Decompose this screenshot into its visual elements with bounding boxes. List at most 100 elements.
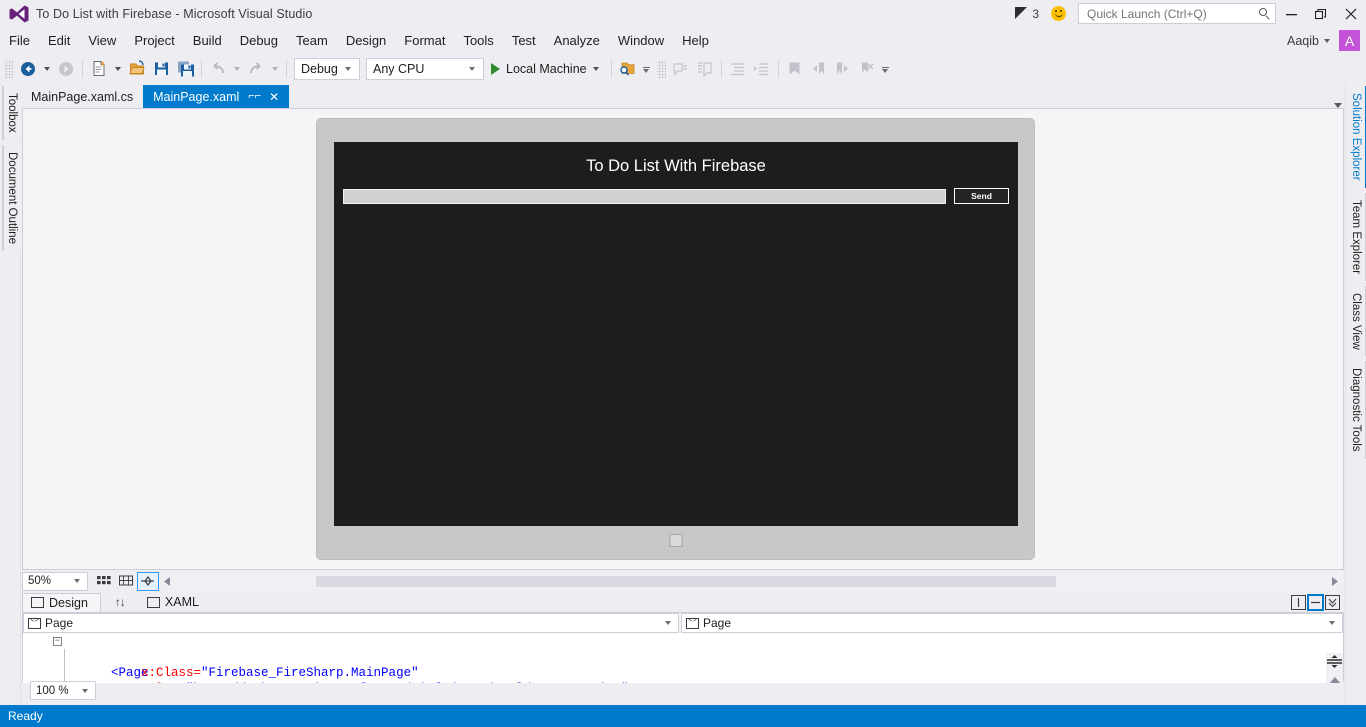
code-text-area[interactable]: − <Page x:Class="Firebase_FireSharp.Main… (23, 633, 1343, 683)
navigate-back-icon[interactable] (16, 57, 40, 81)
app-todo-input[interactable] (343, 188, 946, 204)
collapse-pane-icon[interactable] (1325, 594, 1340, 610)
xaml-code-editor[interactable]: Page Page − <Page x:Class="Firebase_Fire… (22, 612, 1344, 683)
navigate-forward-icon (54, 57, 78, 81)
app-send-button[interactable]: Send (954, 188, 1009, 204)
menu-item-build[interactable]: Build (184, 30, 231, 51)
tab-design-view[interactable]: Design (22, 592, 101, 612)
show-grid-icon[interactable] (93, 572, 115, 591)
window-title: To Do List with Firebase - Microsoft Vis… (36, 6, 313, 21)
smiley-icon[interactable] (1051, 6, 1066, 21)
toolbar-separator (286, 59, 287, 78)
minimize-button[interactable] (1276, 0, 1306, 27)
menu-item-window[interactable]: Window (609, 30, 673, 51)
menu-item-edit[interactable]: Edit (39, 30, 79, 51)
redo-dropdown-icon[interactable] (272, 66, 278, 71)
sidebar-item-team-explorer[interactable]: Team Explorer (1348, 192, 1366, 281)
new-project-dropdown-icon[interactable] (115, 66, 121, 71)
menu-item-format[interactable]: Format (395, 30, 454, 51)
solution-configuration-combo[interactable]: Debug (294, 57, 360, 80)
play-icon (491, 62, 500, 75)
editor-members-combo[interactable]: Page (681, 613, 1343, 633)
tab-mainpage-xaml[interactable]: MainPage.xaml ⌐⌐ ✕ (143, 85, 290, 108)
menu-item-team[interactable]: Team (287, 30, 337, 51)
sidebar-item-solution-explorer[interactable]: Solution Explorer (1348, 86, 1366, 188)
editor-objects-combo[interactable]: Page (23, 613, 679, 633)
editor-vertical-scrollbar[interactable] (1326, 653, 1343, 683)
design-view-icon (31, 597, 44, 608)
collapse-region-icon[interactable]: − (53, 637, 62, 646)
swap-panes-icon[interactable]: ↑↓ (101, 595, 139, 609)
menu-item-tools[interactable]: Tools (454, 30, 502, 51)
pin-icon[interactable]: ⌐⌐ (248, 91, 261, 102)
app-input-row: Send (334, 176, 1018, 204)
horizontal-split-icon[interactable] (1307, 593, 1324, 611)
save-all-icon[interactable] (173, 57, 197, 81)
close-icon[interactable]: ✕ (269, 91, 279, 103)
xaml-view-icon (146, 596, 160, 608)
new-project-icon[interactable] (87, 57, 111, 81)
flag-icon (1015, 6, 1028, 19)
chevron-down-icon (82, 688, 88, 693)
snap-to-snaplines-icon[interactable] (137, 571, 159, 591)
sidebar-item-class-view[interactable]: Class View (1348, 285, 1366, 357)
menu-item-help[interactable]: Help (673, 30, 718, 51)
find-overflow-icon[interactable] (642, 65, 650, 73)
avatar[interactable]: A (1339, 30, 1360, 51)
sidebar-item-diagnostic-tools[interactable]: Diagnostic Tools (1348, 361, 1366, 459)
menu-item-view[interactable]: View (79, 30, 125, 51)
title-bar: To Do List with Firebase - Microsoft Vis… (0, 0, 1366, 27)
undo-dropdown-icon[interactable] (234, 66, 240, 71)
app-preview-screen: To Do List With Firebase Send (334, 142, 1018, 526)
notifications-button[interactable]: 3 (1015, 6, 1039, 21)
tab-mainpage-xaml-cs[interactable]: MainPage.xaml.cs (21, 85, 143, 108)
design-tab-label: Design (49, 595, 88, 610)
solution-platform-combo[interactable]: Any CPU (366, 57, 484, 80)
menu-item-project[interactable]: Project (125, 30, 183, 51)
document-tab-strip: MainPage.xaml.cs MainPage.xaml ⌐⌐ ✕ (21, 84, 1345, 108)
save-icon[interactable] (149, 57, 173, 81)
scroll-up-icon[interactable] (1329, 677, 1340, 683)
xaml-design-surface[interactable]: To Do List With Firebase Send (22, 108, 1344, 570)
snap-to-gridlines-icon[interactable] (115, 572, 137, 591)
scrollbar-thumb[interactable] (316, 575, 1056, 587)
toolbar-overflow-icon[interactable] (881, 65, 889, 73)
start-debugging-button[interactable]: Local Machine (487, 57, 607, 81)
menu-item-debug[interactable]: Debug (231, 30, 287, 51)
find-in-files-icon[interactable] (616, 57, 640, 81)
sidebar-item-document-outline[interactable]: Document Outline (2, 144, 21, 251)
standard-toolbar: Debug Any CPU Local Machine (0, 54, 1366, 83)
scroll-right-icon[interactable] (1329, 576, 1342, 586)
tab-xaml-view[interactable]: XAML (139, 593, 211, 612)
quick-launch-input[interactable] (1085, 5, 1259, 22)
close-button[interactable] (1336, 0, 1366, 27)
tab-label: MainPage.xaml (153, 89, 240, 104)
previous-bookmark-icon (807, 57, 831, 81)
restore-button[interactable] (1306, 0, 1336, 27)
status-bar: Ready (0, 705, 1366, 727)
account-area[interactable]: Aaqib A (1287, 30, 1366, 51)
toolbar-grip[interactable] (4, 59, 13, 78)
editor-zoom-combo[interactable]: 100 % (30, 681, 96, 700)
chevron-down-icon (345, 66, 351, 71)
toolbar-separator (201, 59, 202, 78)
vertical-split-icon[interactable] (1291, 594, 1306, 610)
toolbar-grip[interactable] (656, 59, 666, 78)
split-editor-icon[interactable] (1327, 654, 1342, 669)
chevron-down-icon[interactable] (592, 66, 599, 71)
designer-view-tabs: Design ↑↓ XAML (22, 592, 1344, 612)
chevron-down-icon (1324, 38, 1330, 43)
menu-item-design[interactable]: Design (337, 30, 395, 51)
designer-horizontal-scrollbar[interactable] (161, 573, 1342, 589)
open-file-icon[interactable] (125, 57, 149, 81)
chevron-down-icon (665, 621, 671, 625)
menu-item-analyze[interactable]: Analyze (545, 30, 609, 51)
menu-item-file[interactable]: File (0, 30, 39, 51)
designer-zoom-combo[interactable]: 50% (22, 571, 88, 591)
menu-item-test[interactable]: Test (503, 30, 545, 51)
sidebar-item-toolbox[interactable]: Toolbox (2, 86, 21, 140)
navigate-back-dropdown-icon[interactable] (44, 66, 50, 71)
undo-icon (206, 57, 230, 81)
quick-launch-box[interactable] (1078, 3, 1276, 24)
scroll-left-icon[interactable] (161, 576, 174, 586)
